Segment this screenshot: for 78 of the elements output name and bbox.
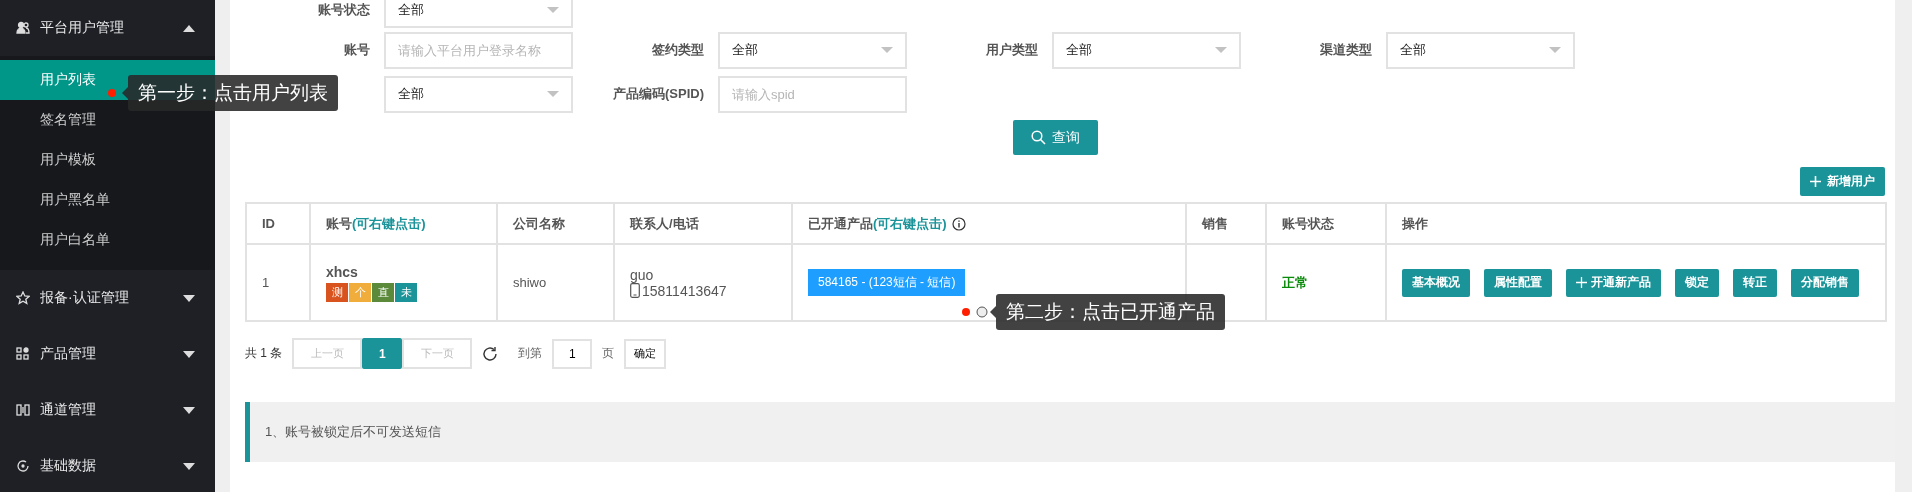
action-button[interactable]: 分配销售 <box>1791 268 1859 297</box>
caret-icon <box>183 350 195 358</box>
add-user-button[interactable]: 新增用户 <box>1800 167 1885 196</box>
caret-icon <box>183 294 195 302</box>
tag: 测 <box>326 282 348 302</box>
select-field[interactable]: 全部 <box>1052 31 1241 69</box>
filter-label: 账号 <box>343 41 370 59</box>
step-tooltip: 第二步：点击已开通产品 <box>996 294 1225 330</box>
menu-item[interactable]: 用户黑名单 <box>0 180 215 220</box>
search-button[interactable]: 查询 <box>1012 120 1098 155</box>
dropdown-icon <box>881 47 893 53</box>
menu-group[interactable]: 产品管理 <box>0 326 215 382</box>
total-count: 共 1 条 <box>245 345 283 362</box>
confirm-button[interactable]: 确定 <box>624 338 667 369</box>
action-button[interactable]: 属性配置 <box>1484 268 1552 297</box>
grid-icon <box>16 347 30 361</box>
tag: 直 <box>372 282 394 302</box>
input-field[interactable]: 请输入spid <box>718 75 907 113</box>
tag: 个 <box>349 282 371 302</box>
filter-label: 用户类型 <box>985 41 1038 59</box>
menu-item[interactable]: 用户白名单 <box>0 220 215 260</box>
header-label: 已开通产品(可右键点击) <box>808 214 947 233</box>
dropdown-icon <box>1215 47 1227 53</box>
search-icon <box>1030 130 1046 145</box>
plus-icon <box>1810 176 1821 187</box>
header-label: 账号(可右键点击) <box>326 214 426 233</box>
action-button[interactable]: 基本概况 <box>1402 268 1470 297</box>
goto-label: 到第 <box>518 345 543 362</box>
marker-dot <box>962 308 970 316</box>
menu-group[interactable]: 报备·认证管理 <box>0 270 215 326</box>
header-label: 销售 <box>1202 214 1228 233</box>
menu-item[interactable]: 用户模板 <box>0 140 215 180</box>
input-field[interactable]: 请输入平台用户登录名称 <box>384 31 573 69</box>
users-icon <box>16 21 30 35</box>
action-button[interactable]: 转正 <box>1733 268 1777 297</box>
menu-group[interactable]: 基础数据 <box>0 438 215 492</box>
cycle-icon <box>16 459 30 473</box>
marker-dot <box>108 89 116 97</box>
menu-group[interactable]: 平台用户管理 <box>0 0 215 56</box>
status-cell: 正常 <box>1267 245 1387 320</box>
select-field[interactable]: 全部 <box>718 31 907 69</box>
filter-label: 签约类型 <box>651 41 704 59</box>
select-field[interactable]: 全部 <box>1386 31 1575 69</box>
menu-group[interactable]: 通道管理 <box>0 382 215 438</box>
header-label: 联系人/电话 <box>630 214 699 233</box>
caret-icon <box>183 462 195 470</box>
account-name: xhcs <box>326 263 359 280</box>
step-tooltip: 第一步：点击用户列表 <box>128 75 338 111</box>
table-cell: shiwo <box>498 245 615 320</box>
filter-label: 渠道类型 <box>1319 41 1372 59</box>
action-button[interactable]: 开通新产品 <box>1566 268 1661 297</box>
plus-icon <box>1576 277 1587 288</box>
dropdown-icon <box>547 91 559 97</box>
page-input[interactable]: 1 <box>552 338 593 369</box>
header-label: 账号状态 <box>1282 214 1334 233</box>
caret-icon <box>183 24 195 32</box>
header-label: ID <box>262 216 275 231</box>
note-box: 1、账号被锁定后不可发送短信 <box>245 402 1895 462</box>
page-unit: 页 <box>602 345 615 362</box>
select-field[interactable]: 全部 <box>384 0 573 28</box>
action-button[interactable]: 锁定 <box>1675 268 1719 297</box>
dropdown-icon <box>1549 47 1561 53</box>
table-cell: 1 <box>247 245 311 320</box>
phone-icon <box>630 283 640 298</box>
header-label: 公司名称 <box>513 214 565 233</box>
refresh-icon[interactable] <box>482 345 499 362</box>
star-icon <box>16 291 30 305</box>
page-button[interactable]: 1 <box>362 338 403 369</box>
dropdown-icon <box>547 6 559 13</box>
columns-icon <box>16 403 30 417</box>
filter-label: 账号状态 <box>317 0 370 19</box>
header-label: 操作 <box>1402 214 1428 233</box>
select-field[interactable]: 全部 <box>384 75 573 113</box>
caret-icon <box>183 406 195 414</box>
contact-name: guo <box>630 266 655 283</box>
tag: 未 <box>395 282 417 302</box>
phone-number: 15811413647 <box>642 282 727 299</box>
filter-label: 产品编码(SPID) <box>612 85 704 103</box>
